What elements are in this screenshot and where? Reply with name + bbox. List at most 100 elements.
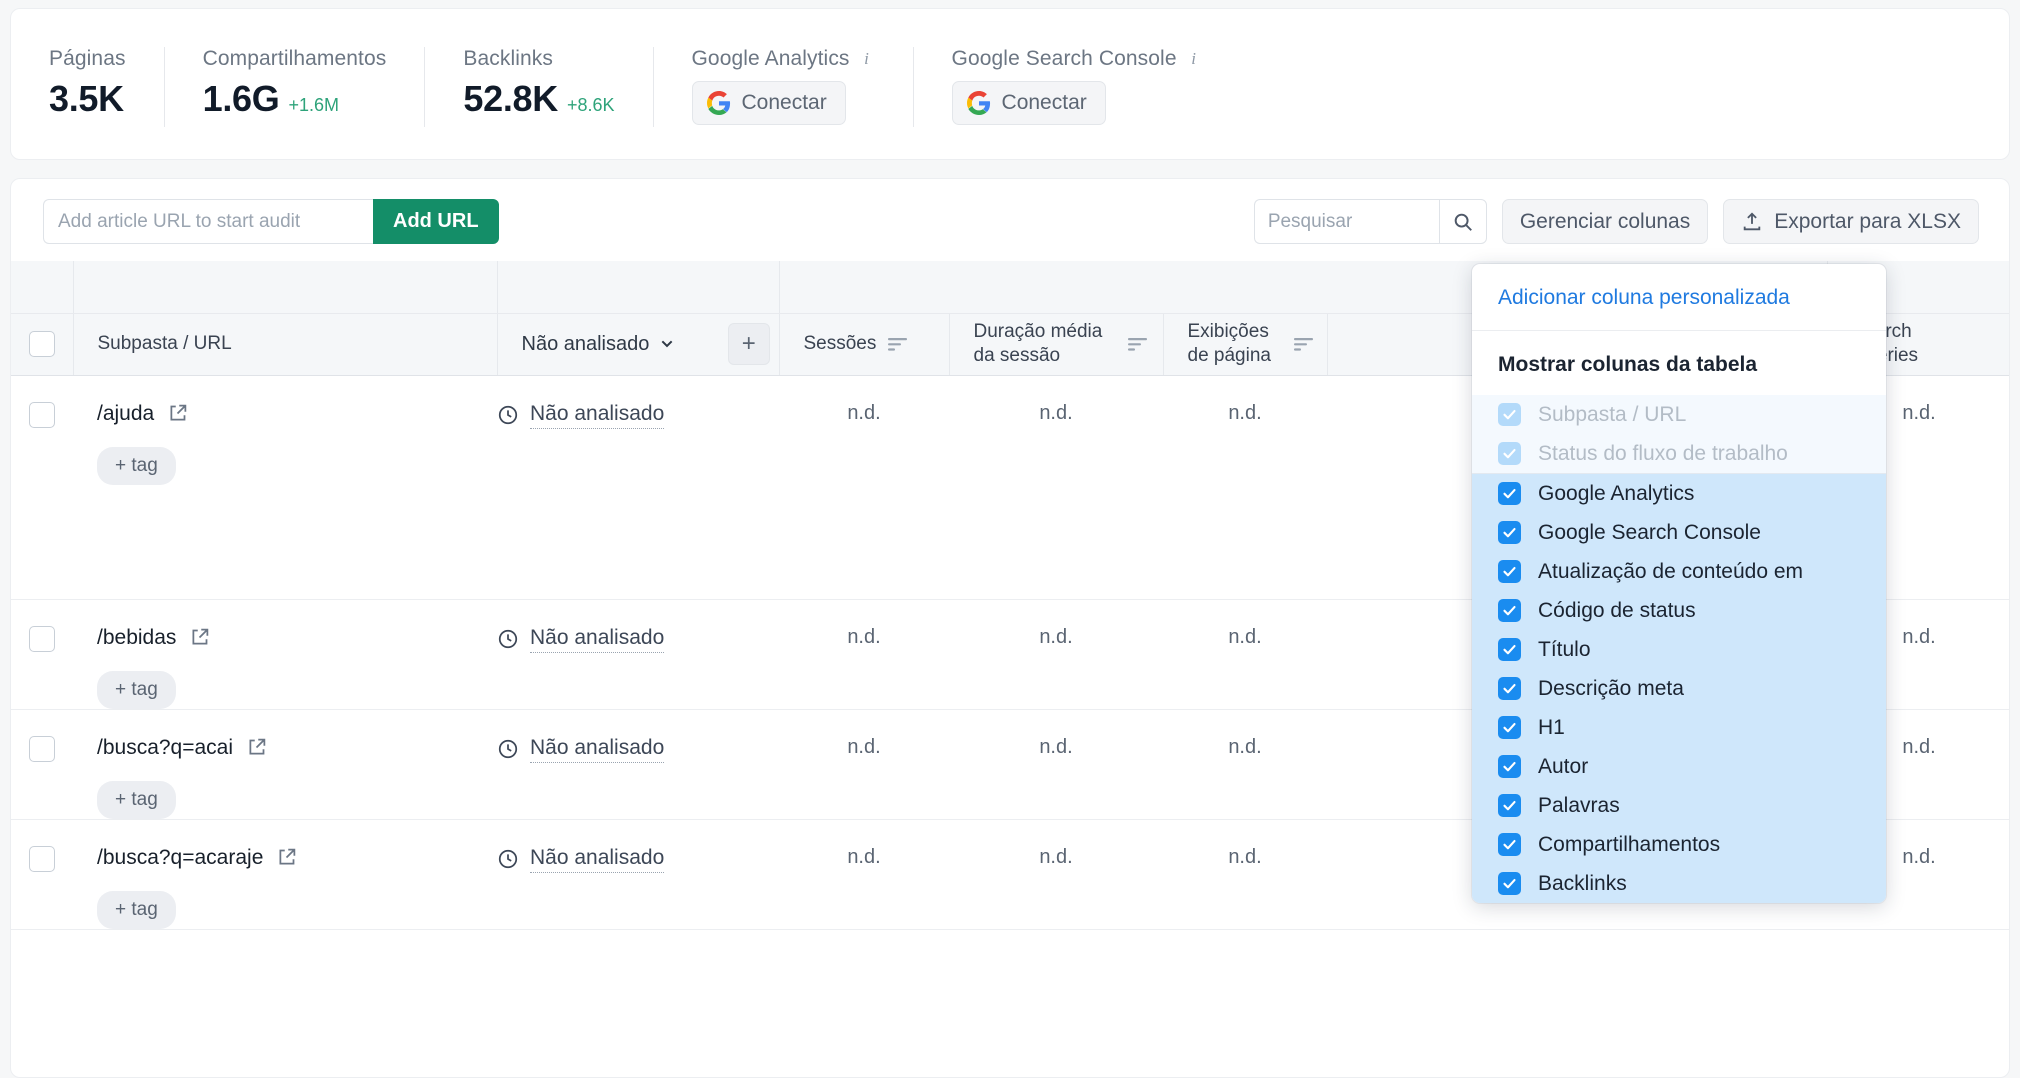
checkbox-checked-icon[interactable] bbox=[1498, 794, 1521, 817]
row-status-cell: Não analisado bbox=[497, 375, 719, 599]
add-custom-column-link[interactable]: Adicionar coluna personalizada bbox=[1472, 264, 1886, 331]
export-label: Exportar para XLSX bbox=[1774, 210, 1961, 234]
sort-icon bbox=[1294, 337, 1313, 352]
external-link-icon[interactable] bbox=[167, 403, 188, 424]
row-status: Não analisado bbox=[530, 402, 664, 429]
row-checkbox[interactable] bbox=[29, 736, 55, 762]
row-select-cell bbox=[11, 599, 73, 709]
dropdown-item-label: Status do fluxo de trabalho bbox=[1538, 442, 1788, 466]
status-line[interactable]: Não analisado bbox=[497, 846, 719, 873]
clock-icon bbox=[497, 628, 519, 650]
add-column-header: + bbox=[719, 313, 779, 375]
row-select-cell bbox=[11, 375, 73, 599]
dropdown-item-label: Autor bbox=[1538, 755, 1588, 779]
dropdown-item-google-search-console[interactable]: Google Search Console bbox=[1472, 513, 1886, 552]
dropdown-item-label: Palavras bbox=[1538, 794, 1620, 818]
stat-label: Páginas bbox=[49, 47, 126, 71]
article-url-input[interactable] bbox=[43, 199, 373, 244]
connect-google-search-console-button[interactable]: Conectar bbox=[952, 81, 1106, 125]
column-header-subfolder-url[interactable]: Subpasta / URL bbox=[73, 313, 497, 375]
row-url[interactable]: /bebidas bbox=[97, 626, 176, 650]
sort-icon bbox=[1128, 337, 1147, 352]
column-header-avg-session-duration[interactable]: Duração média da sessão bbox=[949, 313, 1163, 375]
external-link-icon[interactable] bbox=[189, 627, 210, 648]
url-line: /busca?q=acai bbox=[97, 736, 497, 760]
row-status: Não analisado bbox=[530, 626, 664, 653]
row-checkbox[interactable] bbox=[29, 402, 55, 428]
add-tag-button[interactable]: + tag bbox=[97, 781, 176, 819]
column-header-status-filter[interactable]: Não analisado bbox=[497, 313, 719, 375]
row-pageviews: n.d. bbox=[1163, 819, 1327, 929]
select-all-checkbox[interactable] bbox=[29, 331, 55, 357]
checkbox-checked-icon bbox=[1498, 403, 1521, 426]
checkbox-checked-icon[interactable] bbox=[1498, 560, 1521, 583]
add-column-button[interactable]: + bbox=[728, 323, 770, 365]
stats-row: Páginas 3.5K Compartilhamentos 1.6G +1.6… bbox=[11, 9, 2009, 159]
sort-icon bbox=[888, 337, 907, 352]
row-url[interactable]: /ajuda bbox=[97, 402, 154, 426]
export-xlsx-button[interactable]: Exportar para XLSX bbox=[1723, 199, 1979, 244]
checkbox-checked-icon[interactable] bbox=[1498, 872, 1521, 895]
checkbox-checked-icon[interactable] bbox=[1498, 599, 1521, 622]
status-filter-label: Não analisado bbox=[522, 333, 650, 356]
dropdown-item-palavras[interactable]: Palavras bbox=[1472, 786, 1886, 825]
search-button[interactable] bbox=[1439, 199, 1487, 244]
dropdown-item-label: Backlinks bbox=[1538, 872, 1627, 896]
checkbox-checked-icon[interactable] bbox=[1498, 638, 1521, 661]
status-line[interactable]: Não analisado bbox=[497, 402, 719, 429]
search-input[interactable] bbox=[1254, 199, 1439, 244]
dropdown-item-codigo-status[interactable]: Código de status bbox=[1472, 591, 1886, 630]
info-icon[interactable]: i bbox=[859, 51, 875, 67]
row-url-cell: /bebidas + tag bbox=[73, 599, 497, 709]
status-line[interactable]: Não analisado bbox=[497, 736, 719, 763]
connect-google-analytics-button[interactable]: Conectar bbox=[692, 81, 846, 125]
column-header-pageviews[interactable]: Exibições de página bbox=[1163, 313, 1327, 375]
manage-columns-button[interactable]: Gerenciar colunas bbox=[1502, 199, 1708, 244]
dropdown-item-descricao-meta[interactable]: Descrição meta bbox=[1472, 669, 1886, 708]
stat-label-text: Google Analytics bbox=[692, 47, 850, 71]
checkbox-checked-icon[interactable] bbox=[1498, 833, 1521, 856]
column-header-sessions[interactable]: Sessões bbox=[779, 313, 949, 375]
checkbox-checked-icon[interactable] bbox=[1498, 716, 1521, 739]
row-sessions: n.d. bbox=[779, 375, 949, 599]
row-checkbox[interactable] bbox=[29, 846, 55, 872]
checkbox-checked-icon[interactable] bbox=[1498, 482, 1521, 505]
row-status-cell: Não analisado bbox=[497, 599, 719, 709]
row-url-cell: /busca?q=acaraje + tag bbox=[73, 819, 497, 929]
clock-icon bbox=[497, 848, 519, 870]
column-header-label: Duração média da sessão bbox=[974, 320, 1104, 368]
dropdown-item-google-analytics[interactable]: Google Analytics bbox=[1472, 474, 1886, 513]
checkbox-checked-icon[interactable] bbox=[1498, 677, 1521, 700]
dropdown-item-titulo[interactable]: Título bbox=[1472, 630, 1886, 669]
row-url-cell: /busca?q=acai + tag bbox=[73, 709, 497, 819]
add-url-button[interactable]: Add URL bbox=[373, 199, 499, 244]
add-tag-button[interactable]: + tag bbox=[97, 891, 176, 929]
row-url[interactable]: /busca?q=acaraje bbox=[97, 846, 263, 870]
stat-backlinks: Backlinks 52.8K +8.6K bbox=[425, 47, 653, 127]
dropdown-item-atualizacao-conteudo[interactable]: Atualização de conteúdo em bbox=[1472, 552, 1886, 591]
checkbox-checked-icon[interactable] bbox=[1498, 755, 1521, 778]
row-url[interactable]: /busca?q=acai bbox=[97, 736, 233, 760]
search-icon bbox=[1452, 211, 1474, 233]
add-tag-button[interactable]: + tag bbox=[97, 447, 176, 485]
status-line[interactable]: Não analisado bbox=[497, 626, 719, 653]
row-checkbox[interactable] bbox=[29, 626, 55, 652]
dropdown-item-backlinks[interactable]: Backlinks bbox=[1472, 864, 1886, 903]
spacer-cell bbox=[73, 261, 497, 313]
checkbox-checked-icon[interactable] bbox=[1498, 521, 1521, 544]
external-link-icon[interactable] bbox=[246, 737, 267, 758]
row-avg-duration: n.d. bbox=[949, 819, 1163, 929]
row-pageviews: n.d. bbox=[1163, 375, 1327, 599]
stat-value-row: 3.5K bbox=[49, 78, 126, 120]
dropdown-item-label: Subpasta / URL bbox=[1538, 403, 1686, 427]
external-link-icon[interactable] bbox=[276, 847, 297, 868]
stat-delta: +8.6K bbox=[567, 95, 615, 116]
url-line: /busca?q=acaraje bbox=[97, 846, 497, 870]
row-avg-duration: n.d. bbox=[949, 599, 1163, 709]
info-icon[interactable]: i bbox=[1186, 51, 1202, 67]
dropdown-item-h1[interactable]: H1 bbox=[1472, 708, 1886, 747]
google-logo-icon bbox=[967, 91, 991, 115]
add-tag-button[interactable]: + tag bbox=[97, 671, 176, 709]
dropdown-item-compartilhamentos[interactable]: Compartilhamentos bbox=[1472, 825, 1886, 864]
dropdown-item-autor[interactable]: Autor bbox=[1472, 747, 1886, 786]
